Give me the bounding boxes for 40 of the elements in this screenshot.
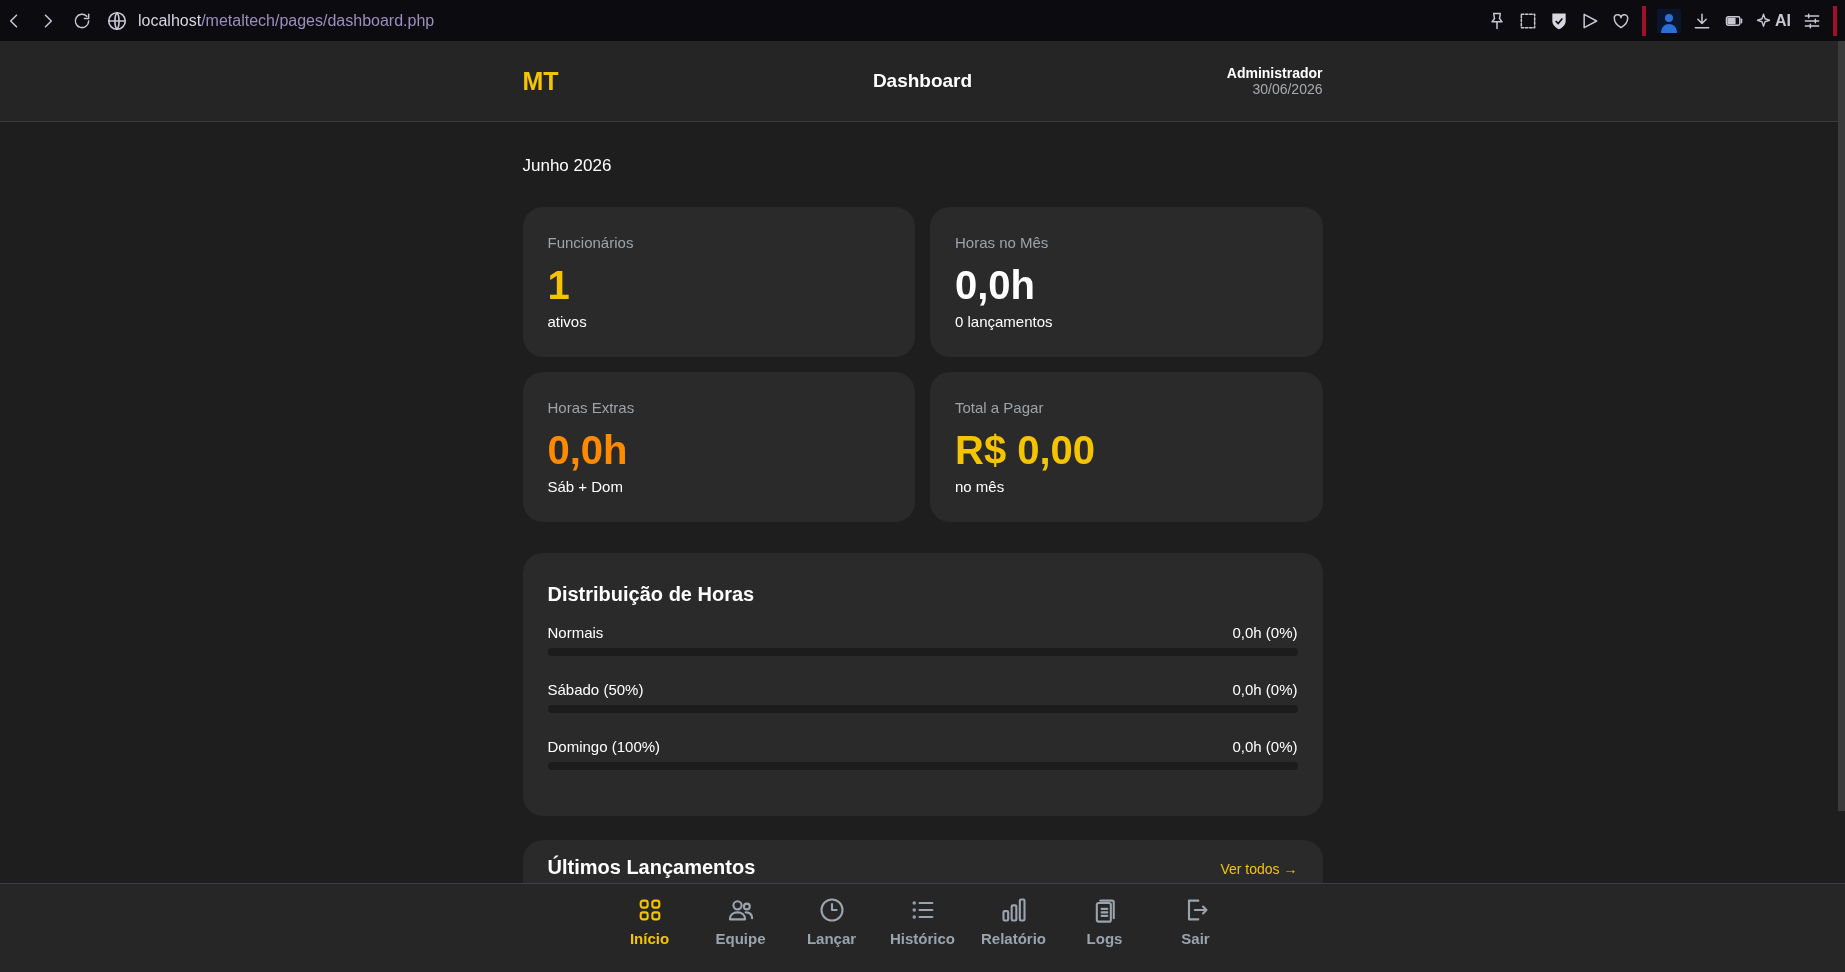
hours-label: Sábado (50%)	[547, 681, 644, 698]
hours-label: Normais	[547, 624, 604, 641]
address-bar[interactable]: localhost/metaltech/pages/dashboard.php	[138, 11, 435, 30]
card-title: Distribuição de Horas	[547, 583, 756, 606]
logo: MT	[522, 66, 559, 96]
bar-chart-icon	[999, 896, 1028, 924]
page-title: Dashboard	[872, 70, 973, 92]
stat-value: 0,0h	[955, 263, 1037, 307]
stat-label: Total a Pagar	[955, 399, 1045, 416]
hours-label: Domingo (100%)	[547, 738, 661, 755]
stat-value: 1	[547, 263, 571, 307]
user-name: Administrador	[1226, 65, 1323, 81]
stat-note: Sáb + Dom	[547, 478, 624, 495]
hours-reading: 0,0h (0%)	[1232, 624, 1298, 641]
globe-icon	[106, 9, 128, 32]
stat-value: R$ 0,00	[955, 428, 1097, 472]
stat-value: 0,0h	[547, 428, 629, 472]
nav-tab[interactable]: Sair	[1150, 896, 1241, 947]
stat-label: Horas Extras	[547, 399, 636, 416]
stat-note: no mês	[955, 478, 1006, 495]
nav-tab[interactable]: Início	[604, 896, 695, 947]
nav-tab[interactable]: Lançar	[786, 896, 877, 947]
stat-label: Horas no Mês	[955, 234, 1050, 251]
card-title: Últimos Lançamentos	[547, 856, 756, 879]
see-all-link[interactable]: Ver todos →	[1220, 861, 1298, 877]
stat-note: ativos	[547, 313, 588, 330]
nav-tab[interactable]: Logs	[1059, 896, 1150, 947]
current-date: 30/06/2026	[1251, 81, 1323, 97]
stat-label: Funcionários	[547, 234, 635, 251]
clock-icon	[817, 896, 846, 924]
avatar-icon[interactable]	[1657, 8, 1681, 33]
stat-note: 0 lançamentos	[955, 313, 1054, 330]
nav-tab[interactable]: Histórico	[877, 896, 968, 947]
hours-reading: 0,0h (0%)	[1232, 681, 1298, 698]
month-label: Junho 2026	[522, 156, 613, 176]
hours-reading: 0,0h (0%)	[1232, 738, 1298, 755]
nav-tab[interactable]: Equipe	[695, 896, 786, 947]
nav-tab[interactable]: Relatório	[968, 896, 1059, 947]
ai-button[interactable]: AI	[1756, 11, 1791, 30]
scrollbar[interactable]	[1838, 41, 1845, 811]
